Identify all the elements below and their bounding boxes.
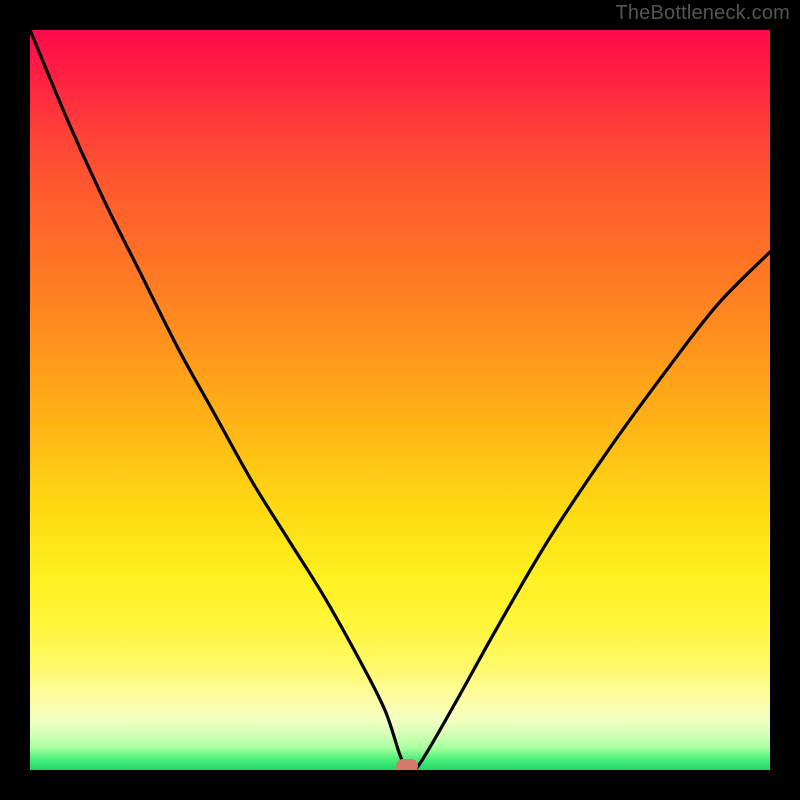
- chart-frame: TheBottleneck.com: [0, 0, 800, 800]
- plot-area: [30, 30, 770, 770]
- bottleneck-curve: [30, 30, 770, 770]
- watermark-text: TheBottleneck.com: [615, 2, 790, 25]
- minimum-marker: [396, 759, 418, 770]
